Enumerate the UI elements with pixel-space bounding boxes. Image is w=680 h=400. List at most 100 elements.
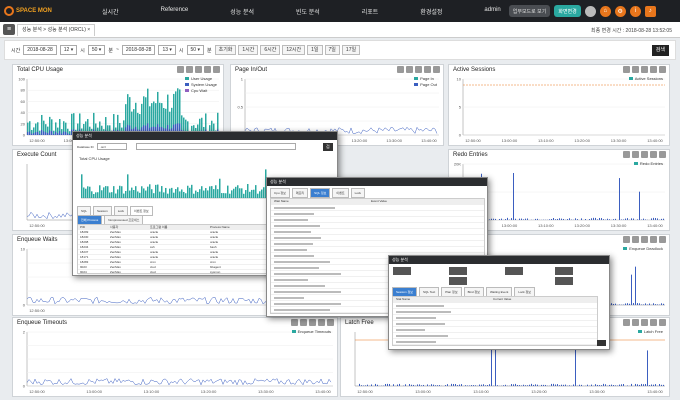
series-bar [375,383,376,386]
popup-cpu-bar [233,188,235,198]
popup-cpu-bar [159,191,161,198]
p2-tab-sql[interactable]: SQL 정보 [310,188,331,198]
popup-cpu-bar [113,186,115,198]
nav-settings[interactable]: 환경설정 [420,7,442,16]
series-bar [505,384,506,386]
series-bar [643,218,644,220]
home-icon[interactable]: ⌂ [599,5,611,17]
list-item[interactable] [393,339,597,345]
series-bar [621,219,622,220]
nav-performance[interactable]: 성능 분석 [230,7,254,16]
range-7d-button[interactable]: 7일 [324,45,340,55]
legend-item[interactable]: Redo Entries [633,161,663,167]
cpu-bar-system [61,133,63,135]
series-bar [479,384,480,386]
series-bar [613,385,614,386]
screen-mode-label: 화면변경 [558,8,577,15]
range-12h-button[interactable]: 12시간 [282,45,306,55]
series-bar [501,218,502,220]
series-bar [493,218,494,220]
cpu-bar-system [35,132,37,135]
nav-frequency[interactable]: 빈도 분석 [296,7,320,16]
nav-reference[interactable]: Reference [161,7,189,16]
legend-item[interactable]: Active Sessions [628,76,663,82]
reset-button[interactable]: 초기화 [214,45,237,55]
session-popup[interactable]: 성능 분석 Session 정보 SQL Text Plan 정보 Bind 정… [388,255,610,350]
table-cell: oracle [150,235,159,239]
series-bar [573,384,574,386]
breadcrumb[interactable]: 성능 분석 > 성능 분석 (ORCL) × [17,23,96,36]
range-6h-button[interactable]: 6시간 [260,45,281,55]
breadcrumb-text: 성능 분석 > 성능 분석 (ORCL) [22,26,86,33]
range-1d-button[interactable]: 1일 [307,45,323,55]
work-mode-button[interactable]: 업무모드로 보기 [508,5,551,17]
search-button[interactable]: 검색 [651,45,669,56]
start-min-select[interactable]: 50 ▾ [87,45,106,55]
series-bar [655,304,656,305]
popup-cpu-bar [83,187,85,198]
gear-icon[interactable]: ⚙ [614,5,626,17]
series-bar [633,302,634,305]
series-bar [635,266,636,305]
series-bar [587,384,588,386]
popup-time-range[interactable] [135,143,296,150]
legend-item[interactable]: Enqueue Timeouts [291,329,331,335]
popup-cpu-bar [187,185,189,198]
popup-cpu-bar [167,193,169,198]
popup-cpu-bar [169,188,171,198]
user-name[interactable]: admin [484,7,500,16]
legend-item[interactable]: Page Out [414,82,437,88]
menu-icon[interactable]: ≡ [3,24,15,35]
start-hour-select[interactable]: 12 ▾ [59,45,78,55]
cpu-bar-system [65,131,67,135]
nav-realtime[interactable]: 실시간 [102,7,119,16]
stat-col-name: Stat Name [396,297,411,301]
start-date-input[interactable]: 2018-08-28 [23,45,57,55]
session-info-boxes [393,267,607,287]
popup-cpu-bar [121,186,123,198]
series-bar [631,274,632,305]
series-bar [623,383,624,386]
screen-mode-button[interactable]: 화면변경 [554,5,581,17]
bell-icon[interactable]: ♪ [644,5,656,17]
x-tick-label: 13:30:00 [611,223,627,228]
end-hour-select[interactable]: 13 ▾ [158,45,176,55]
y-tick-label: 0 [23,133,26,138]
end-min-select[interactable]: 50 ▾ [186,45,204,55]
p2-tab-lock[interactable]: Lock [350,188,366,198]
p2-tab-memory[interactable]: 메모리 [291,188,309,198]
cpu-bar-system [37,131,39,135]
p2-tab-cpu[interactable]: Cpu 정보 [270,188,290,198]
popup-chart-title: Total CPU Usage [79,156,110,161]
range-1h-button[interactable]: 1시간 [238,45,259,55]
app-logo[interactable]: SPACE MON [0,0,52,22]
legend-item[interactable]: Cpu Wait [184,88,217,94]
info-box [449,267,467,275]
stat-table-header: Stat Name Current Value [393,297,597,303]
info-icon[interactable]: i [629,5,641,17]
p2-tab-event[interactable]: 이벤트 [332,188,349,198]
legend-item[interactable]: Latch Free [637,329,663,335]
x-tick-label: 12:50:00 [465,138,481,143]
range-17d-button[interactable]: 17일 [341,45,361,55]
series-bar [465,385,466,386]
popup3-close-button[interactable] [597,340,606,346]
nav-report[interactable]: 리포트 [362,7,379,16]
series-bar [409,384,410,386]
db-input[interactable]: orcl [96,143,127,150]
y-tick-label: 20 [21,121,26,126]
popup-cpu-bar [249,191,251,198]
series-bar [581,384,582,386]
legend-item[interactable]: Enqueue Deadlock [623,246,663,252]
end-date-input[interactable]: 2018-08-28 [121,45,156,55]
wait-col-value: Event Value [371,199,387,203]
stat-table-rows [393,303,597,345]
chart-legend: Enqueue Timeouts [291,329,331,335]
series-bar [535,218,536,220]
series-bar [581,218,582,220]
popup-search-button[interactable]: 검색 [323,143,333,157]
user-avatar-icon[interactable] [584,5,596,17]
start-min-unit: 분 [108,47,113,54]
series-bar [521,385,522,386]
series-bar [563,384,564,386]
